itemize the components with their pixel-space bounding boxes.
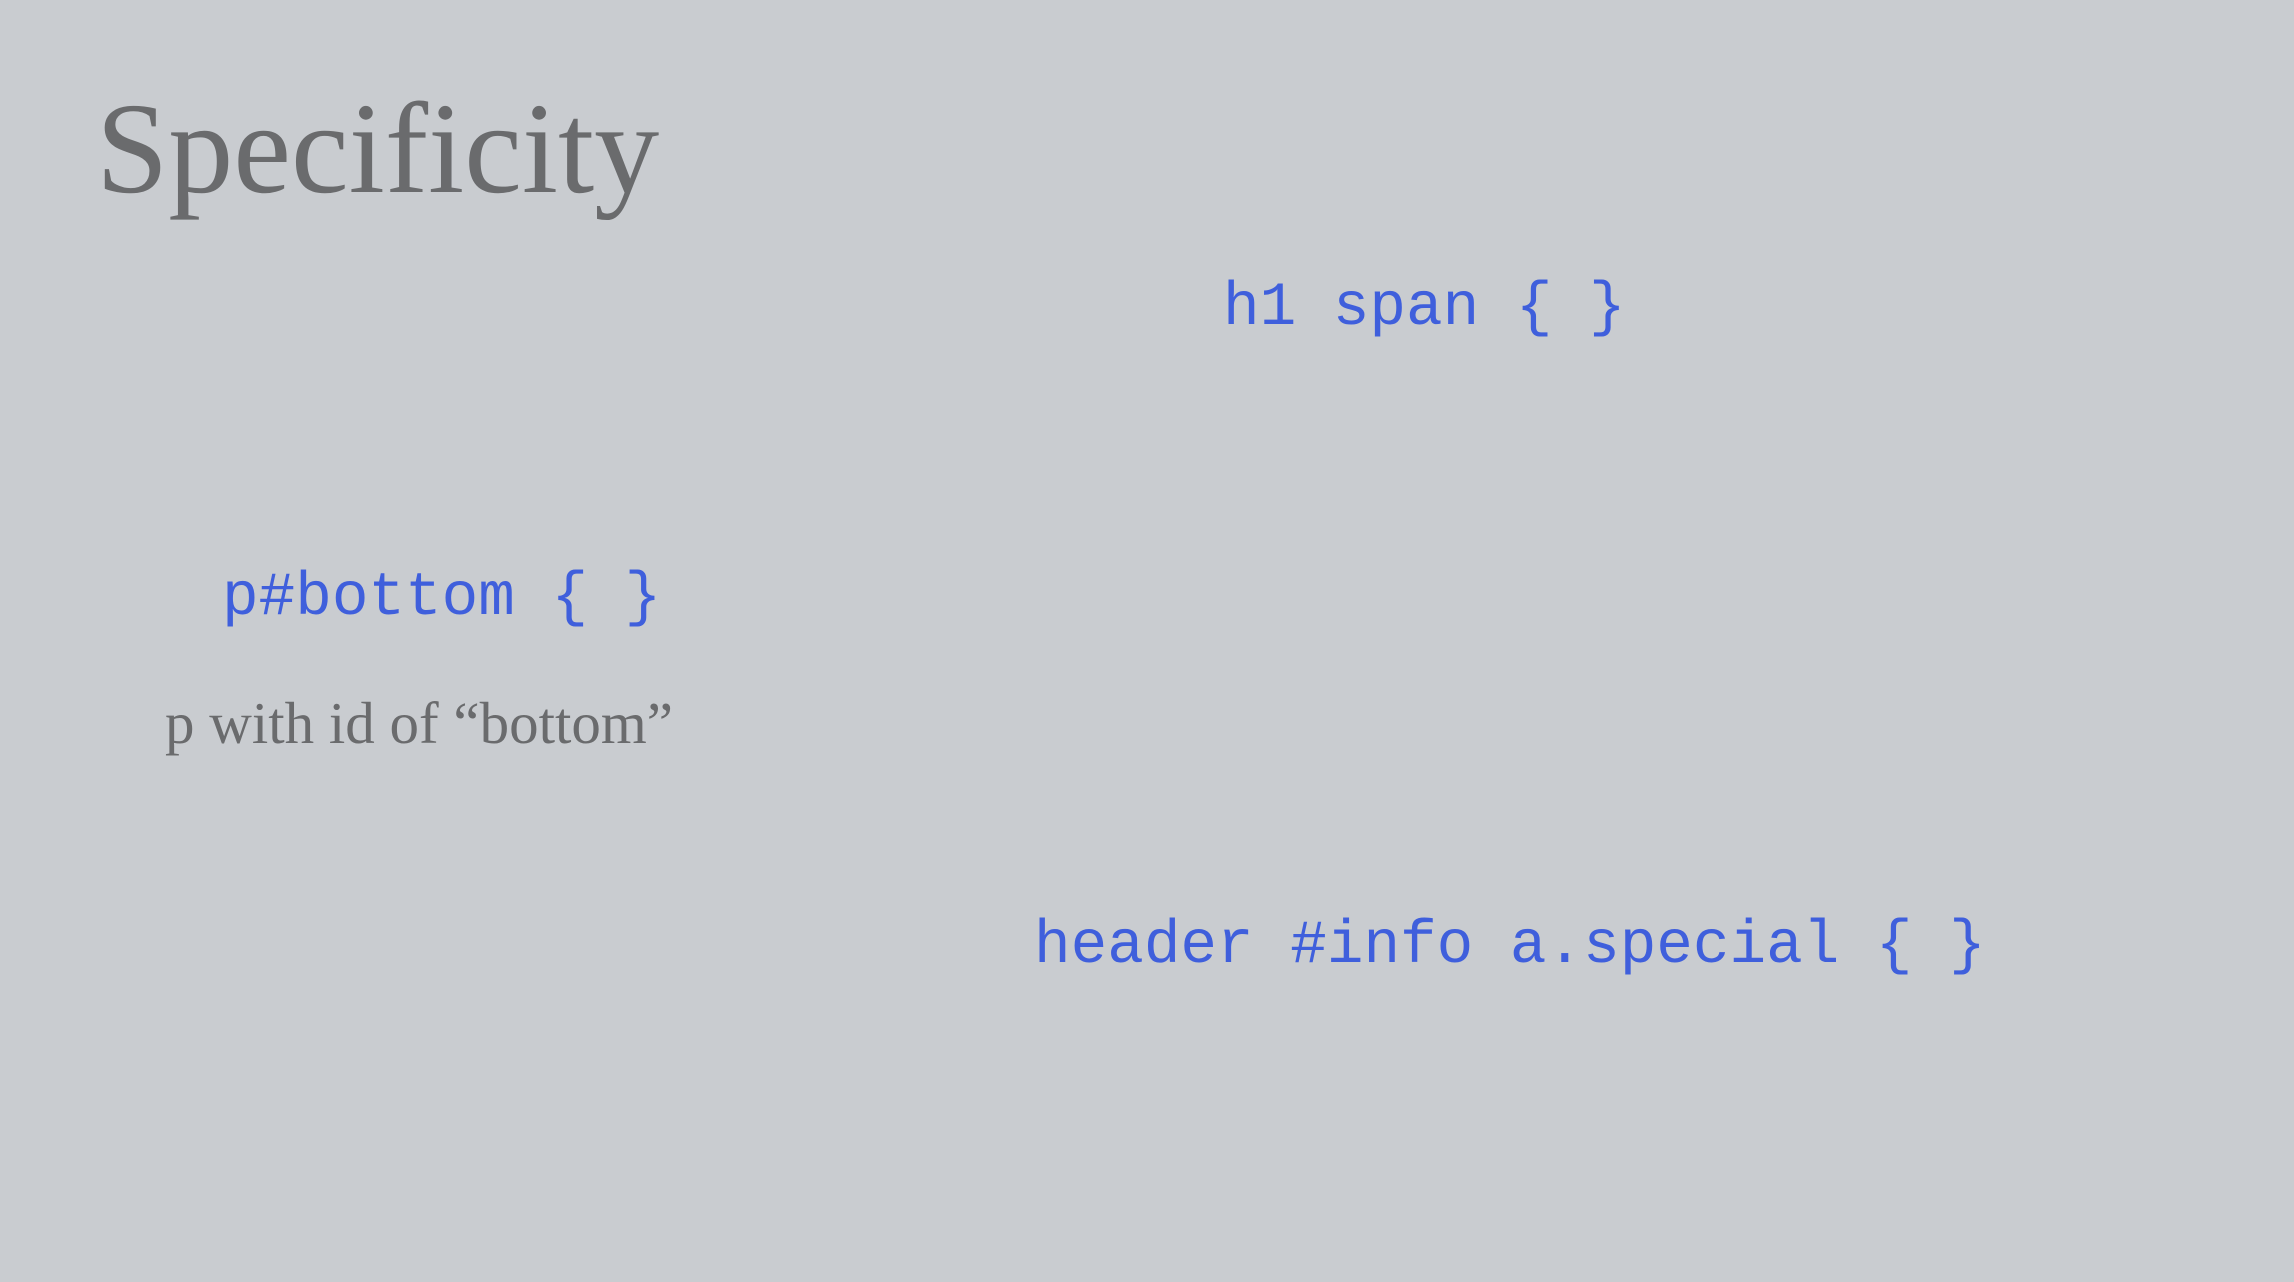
selector-p-bottom: p#bottom { } xyxy=(222,564,662,633)
selector-p-bottom-description: p with id of “bottom” xyxy=(165,690,673,756)
slide-title: Specificity xyxy=(96,77,660,221)
selector-h1-span: h1 span { } xyxy=(1223,274,1626,343)
selector-header-info-special: header #info a.special { } xyxy=(1034,912,1986,981)
